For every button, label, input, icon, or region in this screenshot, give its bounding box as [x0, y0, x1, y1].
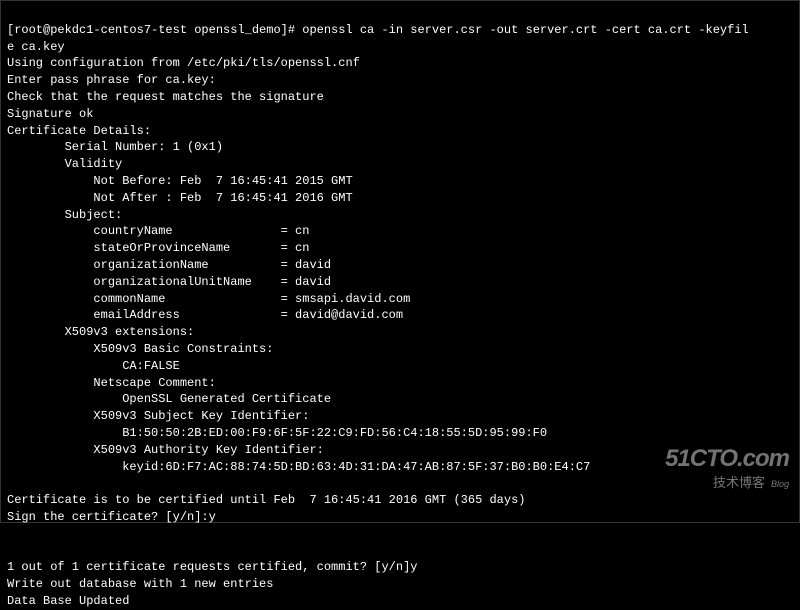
line-ski: X509v3 Subject Key Identifier: — [7, 409, 317, 423]
line-aki: X509v3 Authority Key Identifier: — [7, 443, 331, 457]
line-openssl-gen: OpenSSL Generated Certificate — [7, 392, 331, 406]
line-org: organizationName = david — [7, 258, 331, 272]
line-aki-value: keyid:6D:F7:AC:88:74:5D:BD:63:4D:31:DA:4… — [7, 460, 590, 474]
line-cafalse: CA:FALSE — [7, 359, 180, 373]
line-countryname: countryName = cn — [7, 224, 309, 238]
line-subject: Subject: — [7, 208, 122, 222]
line-sign-prompt[interactable]: Sign the certificate? [y/n]:y — [7, 510, 216, 524]
command-text-wrap: e ca.key — [7, 40, 65, 54]
line-validity: Validity — [7, 157, 122, 171]
line-serial: Serial Number: 1 (0x1) — [7, 140, 223, 154]
line-state: stateOrProvinceName = cn — [7, 241, 309, 255]
line-writeout: Write out database with 1 new entries — [7, 577, 273, 591]
line-not-after: Not After : Feb 7 16:45:41 2016 GMT — [7, 191, 353, 205]
shell-prompt: [root@pekdc1-centos7-test openssl_demo]# — [7, 23, 302, 37]
line-check: Check that the request matches the signa… — [7, 90, 324, 104]
line-x509ext: X509v3 extensions: — [7, 325, 194, 339]
line-email: emailAddress = david@david.com — [7, 308, 403, 322]
line-passphrase: Enter pass phrase for ca.key: — [7, 73, 216, 87]
line-netscape-comment: Netscape Comment: — [7, 376, 223, 390]
line-not-before: Not Before: Feb 7 16:45:41 2015 GMT — [7, 174, 353, 188]
line-dbupdated: Data Base Updated — [7, 594, 129, 608]
line-commit-prompt[interactable]: 1 out of 1 certificate requests certifie… — [7, 560, 417, 574]
line-cert-details: Certificate Details: — [7, 124, 151, 138]
line-certified-until: Certificate is to be certified until Feb… — [7, 493, 525, 507]
line-commonname: commonName = smsapi.david.com — [7, 292, 410, 306]
terminal-output: [root@pekdc1-centos7-test openssl_demo]#… — [7, 5, 793, 610]
line-basic-constraints: X509v3 Basic Constraints: — [7, 342, 281, 356]
command-text: openssl ca -in server.csr -out server.cr… — [302, 23, 748, 37]
line-ou: organizationalUnitName = david — [7, 275, 331, 289]
line-ski-value: B1:50:50:2B:ED:00:F9:6F:5F:22:C9:FD:56:C… — [7, 426, 547, 440]
line-sigok: Signature ok — [7, 107, 93, 121]
line-cfg: Using configuration from /etc/pki/tls/op… — [7, 56, 360, 70]
